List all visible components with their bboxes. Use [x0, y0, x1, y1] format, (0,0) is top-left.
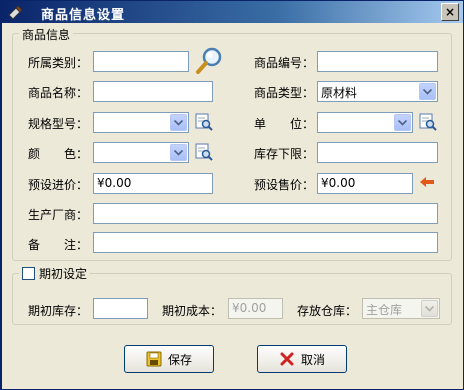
dialog-client: 商品信息 所属类别： 商品编号： 商品名称： 商品类型： 原材料 规格型号： 单… — [2, 23, 463, 389]
initial-stock-field[interactable] — [93, 298, 148, 319]
warehouse-select: 主仓库 — [362, 298, 440, 319]
initial-settings-legend-text: 期初设定 — [39, 267, 88, 281]
unit-select[interactable] — [317, 112, 413, 133]
chevron-down-icon — [425, 305, 434, 312]
stock-min-field[interactable] — [317, 142, 438, 163]
cancel-icon — [280, 352, 294, 366]
spec-select[interactable] — [93, 112, 189, 133]
app-icon — [8, 5, 23, 20]
chevron-down-icon — [398, 119, 407, 126]
category-label: 所属类别： — [28, 56, 89, 70]
spec-dropdown-button[interactable] — [170, 114, 187, 131]
window-title: 商品信息设置 — [41, 8, 126, 23]
search-icon[interactable] — [194, 45, 226, 77]
sale-price-label: 预设售价： — [254, 178, 315, 192]
save-button-label: 保存 — [167, 352, 192, 367]
type-dropdown-button[interactable] — [419, 83, 436, 100]
initial-stock-label: 期初库存： — [28, 304, 89, 318]
unit-label: 单 位： — [254, 117, 315, 131]
type-label: 商品类型： — [254, 86, 315, 100]
cancel-button-label: 取消 — [300, 352, 325, 367]
save-button[interactable]: 保存 — [124, 345, 214, 373]
lookup-icon[interactable] — [419, 113, 437, 131]
purchase-price-label: 预设进价： — [28, 178, 89, 192]
manufacturer-field[interactable] — [93, 203, 438, 224]
product-info-legend: 商品信息 — [19, 26, 74, 43]
warehouse-select-value: 主仓库 — [366, 303, 403, 317]
color-label: 颜 色： — [28, 147, 89, 161]
save-icon — [146, 351, 162, 367]
manufacturer-label: 生产厂商： — [28, 208, 89, 222]
name-field[interactable] — [93, 81, 213, 102]
remark-label: 备 注： — [28, 238, 89, 252]
color-select[interactable] — [93, 142, 189, 163]
arrow-left-icon — [420, 177, 434, 187]
purchase-price-field[interactable]: ¥0.00 — [93, 173, 213, 194]
initial-cost-field: ¥0.00 — [228, 298, 283, 319]
initial-settings-checkbox[interactable] — [22, 267, 35, 280]
name-label: 商品名称： — [28, 86, 89, 100]
stock-min-label: 库存下限： — [254, 147, 315, 161]
initial-settings-legend[interactable]: 期初设定 — [19, 265, 91, 282]
lookup-icon[interactable] — [195, 143, 213, 161]
remark-field[interactable] — [93, 232, 438, 253]
type-select-value: 原材料 — [321, 86, 358, 100]
close-button[interactable]: × — [441, 3, 459, 21]
warehouse-label: 存放仓库： — [297, 304, 358, 318]
chevron-down-icon — [174, 149, 183, 156]
unit-dropdown-button[interactable] — [394, 114, 411, 131]
warehouse-dropdown-button — [421, 300, 438, 317]
initial-cost-label: 期初成本： — [162, 304, 223, 318]
spec-label: 规格型号： — [28, 117, 89, 131]
chevron-down-icon — [423, 88, 432, 95]
close-icon: × — [444, 5, 456, 19]
title-bar[interactable]: 商品信息设置 × — [1, 1, 463, 23]
sale-price-field[interactable]: ¥0.00 — [317, 173, 413, 194]
code-label: 商品编号： — [254, 56, 315, 70]
cancel-button[interactable]: 取消 — [257, 345, 347, 373]
category-field[interactable] — [93, 51, 189, 72]
chevron-down-icon — [174, 119, 183, 126]
code-field[interactable] — [317, 51, 438, 72]
dialog-window: 商品信息设置 × 商品信息 所属类别： 商品编号： 商品名称： 商品类型： 原材… — [0, 0, 464, 390]
color-dropdown-button[interactable] — [170, 144, 187, 161]
lookup-icon[interactable] — [195, 113, 213, 131]
type-select[interactable]: 原材料 — [317, 81, 438, 102]
